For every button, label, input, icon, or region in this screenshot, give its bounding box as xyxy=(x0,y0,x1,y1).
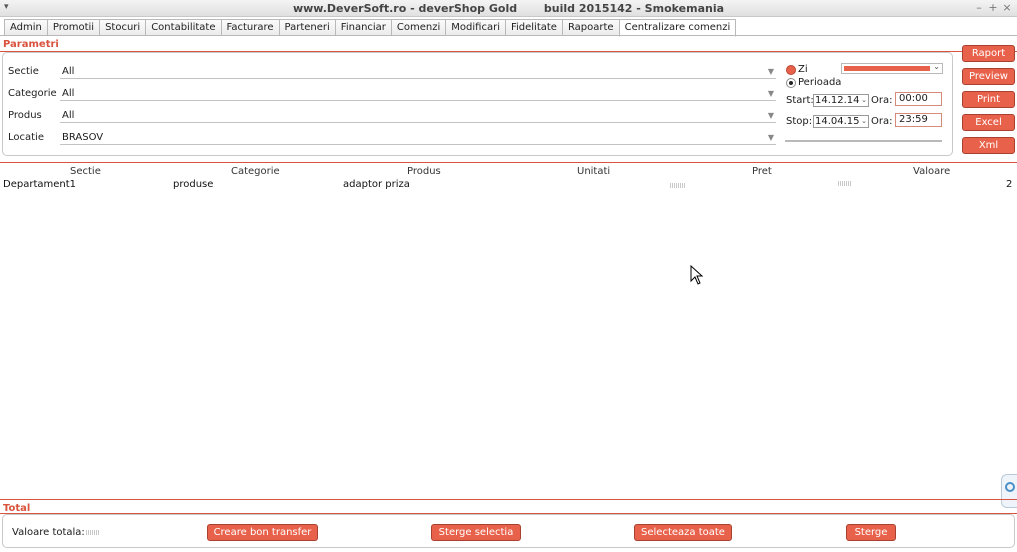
zi-radio[interactable] xyxy=(786,65,796,75)
tab-underline xyxy=(0,35,1017,36)
sterge-selectia-button[interactable]: Sterge selectia xyxy=(431,524,521,541)
side-widget-icon xyxy=(1005,482,1015,492)
stop-date-value: 14.04.15 xyxy=(815,116,860,127)
title-bar: ▾ www.DeverSoft.ro - deverShop Gold buil… xyxy=(0,0,1017,17)
stop-ora-label: Ora: xyxy=(871,116,893,127)
column-header-categorie[interactable]: Categorie xyxy=(231,166,280,177)
mouse-cursor-icon xyxy=(690,265,704,285)
close-icon[interactable]: × xyxy=(1001,1,1013,14)
creare-bon-transfer-button[interactable]: Creare bon transfer xyxy=(207,524,318,541)
cell-produs: adaptor priza xyxy=(343,179,410,190)
categorie-value: All xyxy=(62,88,75,99)
cell-categorie: produse xyxy=(173,179,214,190)
tab-financiar[interactable]: Financiar xyxy=(334,19,391,36)
tab-admin[interactable]: Admin xyxy=(4,19,47,36)
start-ora-label: Ora: xyxy=(871,95,893,106)
categorie-select[interactable]: All ▼ xyxy=(60,87,776,101)
minimize-icon[interactable]: – xyxy=(973,1,985,14)
sterge-button[interactable]: Sterge xyxy=(846,524,896,541)
perioada-radio[interactable] xyxy=(786,78,796,88)
maximize-icon[interactable]: + xyxy=(987,1,999,14)
dropdown-arrow-icon: ▼ xyxy=(767,89,774,98)
dropdown-arrow-icon: ⌄ xyxy=(933,62,940,71)
parametri-heading: Parametri xyxy=(3,39,59,50)
column-header-valoare[interactable]: Valoare xyxy=(913,166,950,177)
side-widget[interactable] xyxy=(1001,474,1017,508)
start-time-input[interactable]: 00:00 xyxy=(895,92,942,106)
tab-comenzi[interactable]: Comenzi xyxy=(390,19,446,36)
cell-pret-blurred xyxy=(838,181,852,186)
spinner-arrow-icon: ⌄ xyxy=(861,96,867,104)
stop-label: Stop: xyxy=(786,116,813,127)
column-header-sectie[interactable]: Sectie xyxy=(70,166,101,177)
produs-label: Produs xyxy=(8,110,42,121)
dropdown-arrow-icon: ▼ xyxy=(767,67,774,76)
tab-parteneri[interactable]: Parteneri xyxy=(278,19,335,36)
xml-button[interactable]: Xml xyxy=(962,137,1015,154)
start-label: Start: xyxy=(786,95,814,106)
window-title: www.DeverSoft.ro - deverShop Gold build … xyxy=(292,2,725,15)
period-separator xyxy=(785,140,942,142)
excel-button[interactable]: Excel xyxy=(962,114,1015,131)
cell-unitati-blurred xyxy=(670,183,686,188)
selecteaza-toate-button[interactable]: Selecteaza toate xyxy=(634,524,732,541)
column-header-produs[interactable]: Produs xyxy=(407,166,441,177)
valoare-totala-label: Valoare totala: xyxy=(12,527,85,538)
cell-sectie: Departament1 xyxy=(3,179,77,190)
cell-valoare: 2 xyxy=(1006,179,1013,190)
total-rule xyxy=(0,499,1017,500)
start-date-value: 14.12.14 xyxy=(815,95,860,106)
print-button[interactable]: Print xyxy=(962,91,1015,108)
tab-stocuri[interactable]: Stocuri xyxy=(99,19,146,36)
sectie-value: All xyxy=(62,66,75,77)
sectie-select[interactable]: All ▼ xyxy=(60,65,776,79)
zi-date-value xyxy=(844,66,930,71)
tab-modificari[interactable]: Modificari xyxy=(445,19,505,36)
dropdown-arrow-icon: ▼ xyxy=(767,133,774,142)
tab-rapoarte[interactable]: Rapoarte xyxy=(561,19,619,36)
stop-date-spinner[interactable]: 14.04.15 ⌄ xyxy=(813,115,869,128)
start-date-spinner[interactable]: 14.12.14 ⌄ xyxy=(813,94,869,107)
perioada-label: Perioada xyxy=(798,77,842,88)
locatie-select[interactable]: BRASOV ▼ xyxy=(60,131,776,145)
zi-label: Zi xyxy=(798,64,808,75)
dropdown-arrow-icon: ▼ xyxy=(767,111,774,120)
preview-button[interactable]: Preview xyxy=(962,68,1015,85)
column-header-unitati[interactable]: Unitati xyxy=(577,166,610,177)
valoare-totala-blurred xyxy=(86,530,100,535)
produs-select[interactable]: All ▼ xyxy=(60,109,776,123)
tab-contabilitate[interactable]: Contabilitate xyxy=(145,19,221,36)
module-tabs: Admin Promotii Stocuri Contabilitate Fac… xyxy=(4,19,737,37)
zi-date-select[interactable]: ⌄ xyxy=(841,62,943,74)
produs-value: All xyxy=(62,110,75,121)
locatie-label: Locatie xyxy=(8,132,44,143)
tab-promotii[interactable]: Promotii xyxy=(46,19,100,36)
locatie-value: BRASOV xyxy=(62,132,104,143)
tab-facturare[interactable]: Facturare xyxy=(220,19,279,36)
raport-button[interactable]: Raport xyxy=(962,45,1015,62)
categorie-label: Categorie xyxy=(8,88,57,99)
stop-time-input[interactable]: 23:59 xyxy=(895,113,942,127)
tab-fidelitate[interactable]: Fidelitate xyxy=(504,19,562,36)
spinner-arrow-icon: ⌄ xyxy=(861,117,867,125)
column-header-pret[interactable]: Pret xyxy=(752,166,772,177)
sectie-label: Sectie xyxy=(8,66,39,77)
grid-top-rule xyxy=(0,162,1017,163)
